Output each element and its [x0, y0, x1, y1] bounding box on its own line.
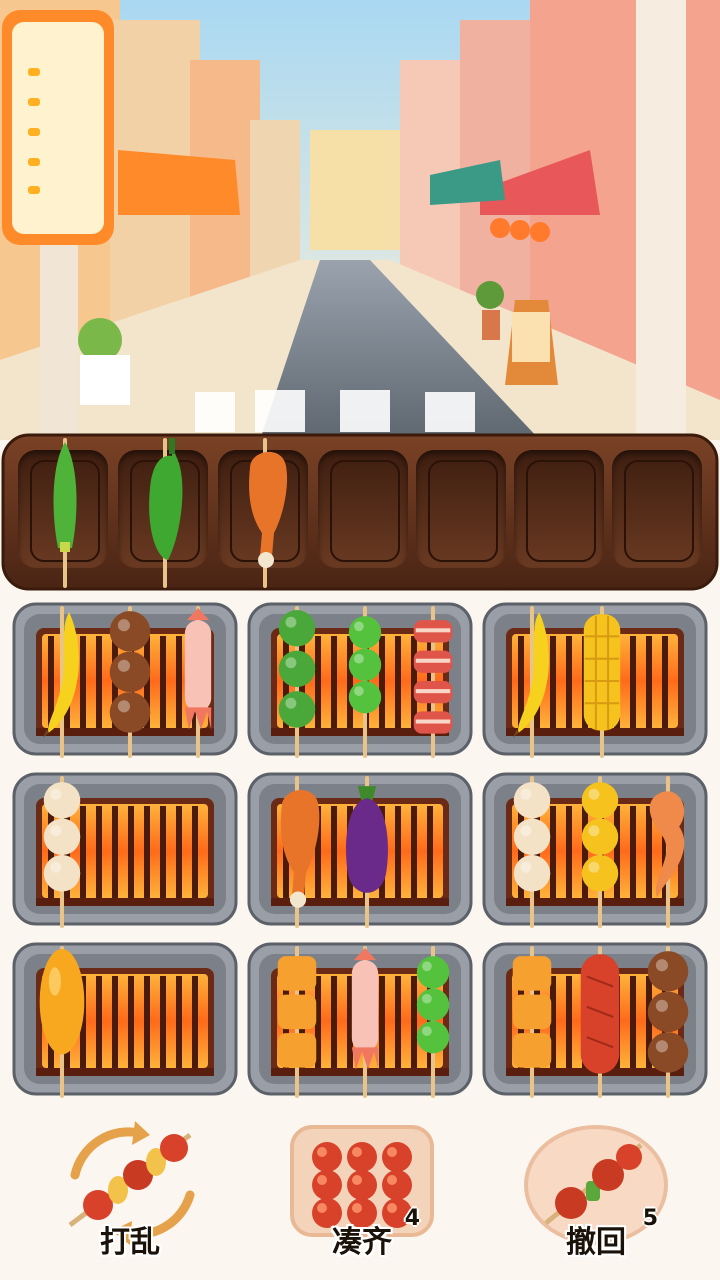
undo-button[interactable]: 撤回 5 — [516, 1115, 676, 1275]
chicken-leg-skewer[interactable] — [271, 776, 323, 928]
broccoli-skewer[interactable] — [271, 606, 323, 758]
grill-5[interactable] — [247, 772, 473, 930]
grill-7[interactable] — [12, 942, 238, 1100]
corn-skewer[interactable] — [576, 606, 628, 758]
undo-count-badge: 5 — [642, 1206, 658, 1231]
dumpling-skewer[interactable] — [506, 776, 558, 928]
align-button[interactable]: 凑齐 4 — [282, 1115, 442, 1275]
mushroom-skewer[interactable] — [642, 946, 694, 1098]
grill-6[interactable] — [482, 772, 708, 930]
grill-3[interactable] — [482, 602, 708, 760]
tray-slot-empty — [416, 450, 506, 568]
shrimp-skewer[interactable] — [642, 776, 694, 928]
tray-slot-empty — [514, 450, 604, 568]
mushroom-skewer[interactable] — [104, 606, 156, 758]
eggplant-skewer[interactable] — [341, 776, 393, 928]
grill-2[interactable] — [247, 602, 473, 760]
street-scene-background — [0, 0, 720, 440]
grill-1[interactable] — [12, 602, 238, 760]
grill-9[interactable] — [482, 942, 708, 1100]
green-pepper-skewer — [140, 438, 190, 588]
banana-skewer[interactable] — [36, 606, 88, 758]
dumpling-skewer[interactable] — [36, 776, 88, 928]
squid-skewer[interactable] — [339, 946, 391, 1098]
sausage-skewer[interactable] — [574, 946, 626, 1098]
chicken-leg-skewer — [240, 438, 290, 588]
edamame-skewer[interactable] — [339, 606, 391, 758]
squid-skewer[interactable] — [172, 606, 224, 758]
align-count-badge: 4 — [404, 1206, 420, 1231]
grill-8[interactable] — [247, 942, 473, 1100]
corn-chunk-skewer[interactable] — [574, 776, 626, 928]
tray-slot-empty — [318, 450, 408, 568]
tofu-skewer[interactable] — [271, 946, 323, 1098]
tray-slot-empty — [612, 450, 702, 568]
edamame-skewer[interactable] — [407, 946, 459, 1098]
collection-tray — [0, 432, 720, 592]
grill-4[interactable] — [12, 772, 238, 930]
mango-skewer[interactable] — [36, 946, 88, 1098]
shuffle-button[interactable]: 打乱 — [50, 1115, 210, 1275]
shuffle-label: 打乱 — [100, 1225, 160, 1260]
bacon-skewer[interactable] — [407, 606, 459, 758]
banana-skewer[interactable] — [506, 606, 558, 758]
tofu-skewer[interactable] — [506, 946, 558, 1098]
okra-skewer — [40, 438, 90, 588]
